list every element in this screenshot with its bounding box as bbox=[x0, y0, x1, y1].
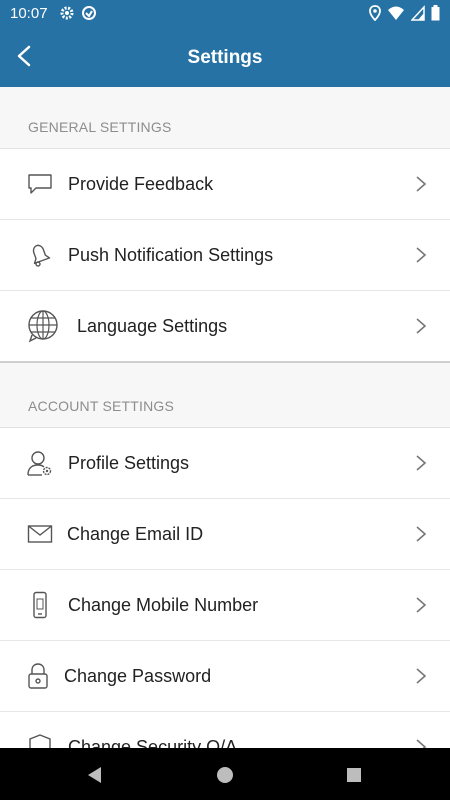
shield-icon bbox=[26, 733, 54, 748]
settings-item-label: Push Notification Settings bbox=[68, 244, 274, 265]
nav-recents-icon[interactable] bbox=[343, 764, 365, 786]
nav-back-icon[interactable] bbox=[84, 764, 106, 786]
settings-item-label: Profile Settings bbox=[68, 452, 190, 473]
status-left-icons bbox=[59, 5, 97, 26]
chevron-right-icon bbox=[414, 454, 428, 472]
chevron-right-icon bbox=[414, 596, 428, 614]
battery-icon bbox=[431, 5, 440, 26]
section-title: GENERAL SETTINGS bbox=[28, 119, 172, 135]
status-right-icons bbox=[369, 5, 440, 26]
section-header-general: GENERAL SETTINGS bbox=[0, 87, 450, 149]
system-nav-bar bbox=[0, 748, 450, 800]
settings-item-change-email[interactable]: Change Email ID bbox=[0, 499, 450, 570]
settings-item-label: Change Password bbox=[64, 665, 212, 686]
wifi-icon bbox=[387, 5, 405, 26]
chevron-right-icon bbox=[414, 246, 428, 264]
settings-item-label: Change Email ID bbox=[67, 523, 204, 544]
settings-item-language[interactable]: Language Settings bbox=[0, 291, 450, 363]
bell-icon bbox=[26, 241, 54, 269]
nav-home-icon[interactable] bbox=[214, 764, 236, 786]
chevron-right-icon bbox=[414, 175, 428, 193]
sync-icon bbox=[81, 5, 97, 26]
app-bar: Settings bbox=[0, 28, 450, 87]
settings-item-change-security-qa[interactable]: Change Security Q/A bbox=[0, 712, 450, 748]
settings-item-label: Language Settings bbox=[77, 315, 228, 336]
page-title: Settings bbox=[187, 47, 263, 68]
settings-item-change-password[interactable]: Change Password bbox=[0, 641, 450, 712]
envelope-icon bbox=[26, 520, 54, 548]
profile-gear-icon bbox=[26, 449, 54, 477]
location-icon bbox=[369, 5, 381, 26]
section-header-account: ACCOUNT SETTINGS bbox=[0, 363, 450, 428]
settings-item-change-mobile[interactable]: Change Mobile Number bbox=[0, 570, 450, 641]
settings-item-profile[interactable]: Profile Settings bbox=[0, 428, 450, 499]
section-title: ACCOUNT SETTINGS bbox=[28, 398, 175, 414]
lock-icon bbox=[24, 662, 52, 690]
settings-item-label: Provide Feedback bbox=[68, 173, 214, 194]
settings-item-push-notification[interactable]: Push Notification Settings bbox=[0, 220, 450, 291]
signal-icon bbox=[410, 5, 425, 26]
mobile-phone-icon bbox=[26, 591, 54, 619]
status-time: 10:07 bbox=[10, 5, 48, 22]
globe-icon bbox=[26, 309, 60, 343]
gear-icon bbox=[59, 5, 75, 26]
settings-item-provide-feedback[interactable]: Provide Feedback bbox=[0, 149, 450, 220]
settings-content[interactable]: GENERAL SETTINGS Provide Feedback Push N… bbox=[0, 87, 450, 748]
chat-bubble-icon bbox=[26, 170, 54, 198]
chevron-right-icon bbox=[414, 317, 428, 335]
settings-item-label: Change Security Q/A bbox=[68, 736, 238, 749]
status-bar: 10:07 bbox=[0, 0, 450, 28]
chevron-right-icon bbox=[414, 525, 428, 543]
settings-item-label: Change Mobile Number bbox=[68, 594, 259, 615]
chevron-right-icon bbox=[414, 667, 428, 685]
chevron-right-icon bbox=[414, 738, 428, 748]
